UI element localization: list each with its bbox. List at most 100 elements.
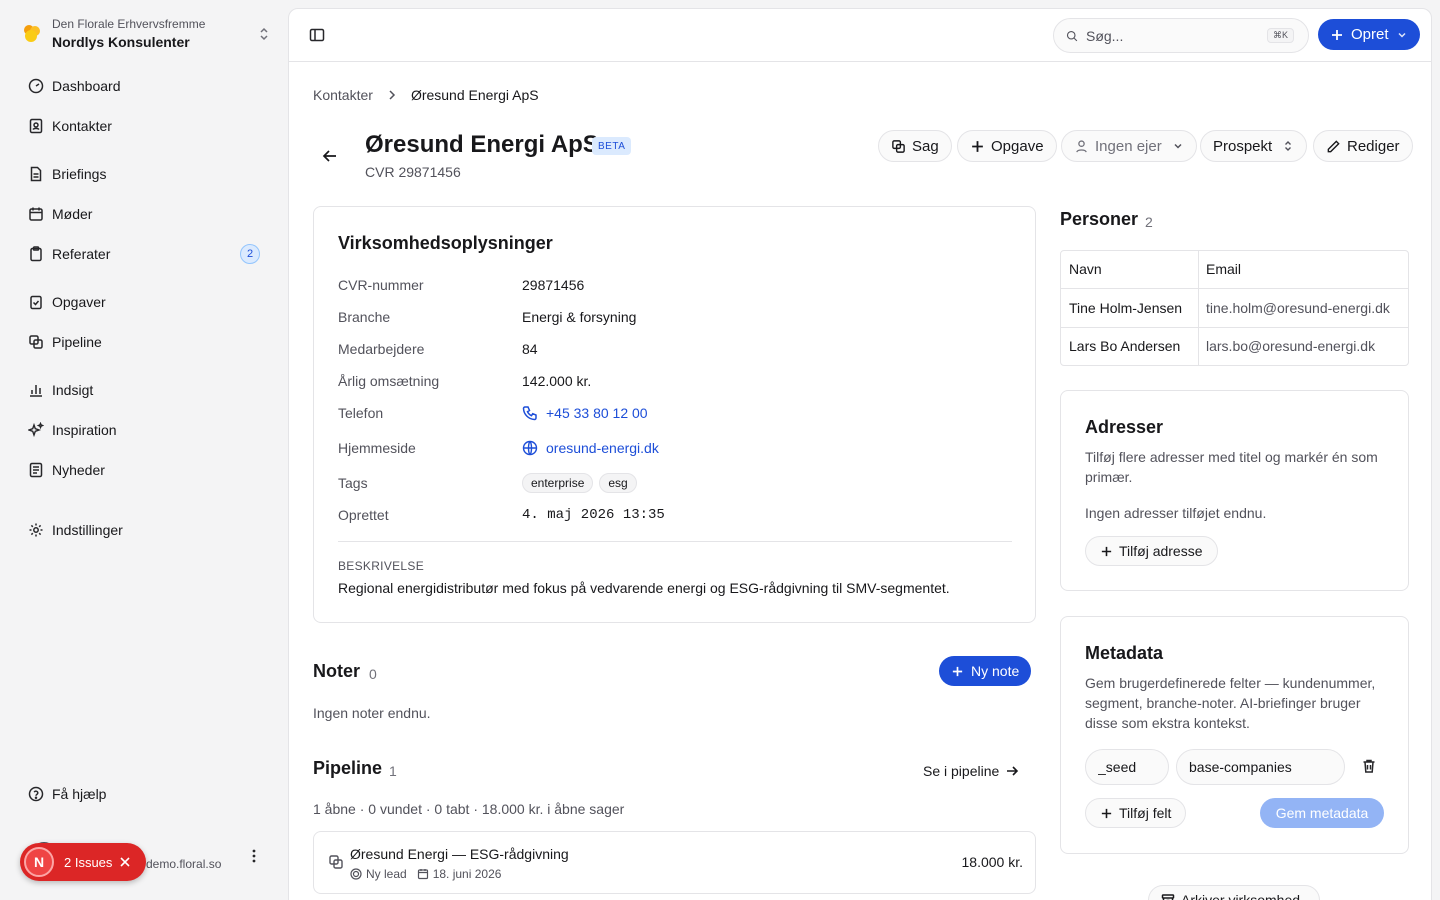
sidebar-item-pipeline[interactable]: Pipeline <box>20 326 268 358</box>
create-button[interactable]: Opret <box>1318 19 1420 50</box>
table-header: Navn Email <box>1061 251 1408 289</box>
new-note-label: Ny note <box>971 663 1020 679</box>
issues-label: 2 Issues <box>64 854 113 870</box>
status-select[interactable]: Prospekt <box>1200 130 1308 162</box>
layers-icon <box>892 139 905 153</box>
sparkles-icon <box>28 422 44 438</box>
addresses-title: Adresser <box>1085 417 1164 437</box>
owner-select[interactable]: Ingen ejer <box>1061 130 1197 162</box>
help-circle-icon <box>28 786 44 802</box>
sidebar-item-moder[interactable]: Møder <box>20 198 268 230</box>
field-label: Årlig omsætning <box>338 373 440 389</box>
industry-value: Energi & forsyning <box>522 309 637 325</box>
tag: esg <box>599 473 637 493</box>
calendar-icon <box>29 207 43 221</box>
pencil-icon <box>1327 139 1340 152</box>
calendar-icon <box>417 869 428 880</box>
deal-title: Øresund Energi — ESG-rådgivning <box>350 846 569 862</box>
add-address-label: Tilføj adresse <box>1119 543 1203 559</box>
sidebar-item-indsigt[interactable]: Indsigt <box>20 374 268 406</box>
company-info-card: Virksomhedsoplysninger CVR-nummer 298714… <box>313 206 1036 623</box>
add-address-button[interactable]: Tilføj adresse <box>1085 536 1218 566</box>
metadata-key-input[interactable] <box>1085 749 1169 785</box>
sidebar-item-label: Referater <box>52 246 111 262</box>
persons-table: Navn Email Tine Holm-Jensen tine.holm@or… <box>1060 250 1409 366</box>
column-divider <box>1198 251 1199 365</box>
cvr-subtitle: CVR 29871456 <box>365 164 461 180</box>
notes-title: Noter <box>313 661 361 681</box>
sidebar-item-indstillinger[interactable]: Indstillinger <box>20 514 268 546</box>
metadata-value-input[interactable] <box>1176 749 1345 785</box>
layers-icon <box>329 855 343 869</box>
owner-label: Ingen ejer <box>1095 137 1162 155</box>
case-button[interactable]: Sag <box>878 130 952 162</box>
trash-icon[interactable] <box>1361 758 1377 774</box>
sidebar-item-label: Dashboard <box>52 78 121 94</box>
target-icon <box>350 868 362 880</box>
new-note-button[interactable]: Ny note <box>939 656 1032 686</box>
sidebar-item-dashboard[interactable]: Dashboard <box>20 70 268 102</box>
pipeline-count: 1 <box>389 763 397 779</box>
table-row[interactable]: Lars Bo Andersen lars.bo@oresund-energi.… <box>1061 328 1408 366</box>
field-label: Hjemmeside <box>338 440 416 456</box>
clipboard-icon <box>30 246 42 262</box>
org-switcher[interactable]: Den Florale Erhvervsfremme Nordlys Konsu… <box>20 14 272 54</box>
user-icon <box>1076 139 1087 152</box>
breadcrumb-current: Øresund Energi ApS <box>410 87 539 103</box>
sidebar-item-referater[interactable]: Referater 2 <box>20 238 268 270</box>
field-label: Tags <box>338 475 368 491</box>
table-row[interactable]: Tine Holm-Jensen tine.holm@oresund-energ… <box>1061 290 1408 328</box>
sidebar-item-label: Kontakter <box>52 118 112 134</box>
sidebar-item-opgaver[interactable]: Opgaver <box>20 286 268 318</box>
metadata-description: Gem brugerdefinerede felter — kundenumme… <box>1085 675 1376 731</box>
breadcrumb-contacts[interactable]: Kontakter <box>313 87 373 103</box>
add-field-button[interactable]: Tilføj felt <box>1085 798 1187 828</box>
sidebar-item-briefings[interactable]: Briefings <box>20 158 268 190</box>
issues-pill[interactable]: N 2 Issues <box>20 843 146 881</box>
org-subtitle: Den Florale Erhvervsfremme <box>52 17 206 31</box>
search-input[interactable] <box>1085 27 1267 44</box>
phone-link[interactable]: +45 33 80 12 00 <box>522 405 648 421</box>
person-name: Lars Bo Andersen <box>1069 338 1181 354</box>
deal-stage: Ny lead <box>366 867 407 881</box>
edit-button[interactable]: Rediger <box>1313 130 1413 162</box>
sidebar-item-inspiration[interactable]: Inspiration <box>20 414 268 446</box>
plus-icon <box>1101 546 1112 556</box>
sidebar-item-nyheder[interactable]: Nyheder <box>20 454 268 486</box>
sidebar-toggle-icon[interactable] <box>309 27 325 43</box>
cvr-value: 29871456 <box>522 277 585 293</box>
beta-badge: BETA <box>592 137 632 155</box>
back-arrow-icon[interactable] <box>321 147 339 165</box>
more-vertical-icon[interactable] <box>246 848 262 864</box>
sidebar-item-label: Indsigt <box>52 382 94 398</box>
contacts-icon <box>29 118 43 134</box>
archive-company-button[interactable]: Arkiver virksomhed <box>1148 885 1320 900</box>
sidebar-item-kontakter[interactable]: Kontakter <box>20 110 268 142</box>
website-value: oresund-energi.dk <box>546 440 659 456</box>
help-link[interactable]: Få hjælp <box>20 778 268 810</box>
field-label: Branche <box>338 309 391 325</box>
search-box[interactable]: ⌘K <box>1053 18 1309 53</box>
see-in-pipeline-link[interactable]: Se i pipeline <box>923 763 1019 779</box>
chevron-down-icon <box>1174 143 1182 149</box>
tag: enterprise <box>522 473 594 493</box>
newspaper-icon <box>29 462 43 478</box>
task-label: Opgave <box>991 137 1044 155</box>
website-link[interactable]: oresund-energi.dk <box>522 440 659 456</box>
chevrons-up-down-icon <box>260 27 268 41</box>
deal-row[interactable]: Øresund Energi — ESG-rådgivning Ny lead … <box>313 831 1036 894</box>
sidebar-item-label: Pipeline <box>52 334 102 350</box>
referater-count-badge: 2 <box>240 244 260 264</box>
page-title: Øresund Energi ApS <box>365 131 599 158</box>
close-icon[interactable] <box>118 855 132 869</box>
column-header: Email <box>1206 261 1242 277</box>
notes-empty: Ingen noter endnu. <box>313 705 431 721</box>
save-metadata-button[interactable]: Gem metadata <box>1260 798 1384 828</box>
task-button[interactable]: Opgave <box>957 130 1057 162</box>
addresses-card: Adresser Tilføj flere adresser med titel… <box>1060 390 1409 591</box>
globe-icon <box>522 440 538 456</box>
case-label: Sag <box>912 137 939 155</box>
help-label: Få hjælp <box>52 786 107 802</box>
revenue-value: 142.000 kr. <box>522 373 592 389</box>
archive-label: Arkiver virksomhed <box>1181 892 1301 900</box>
